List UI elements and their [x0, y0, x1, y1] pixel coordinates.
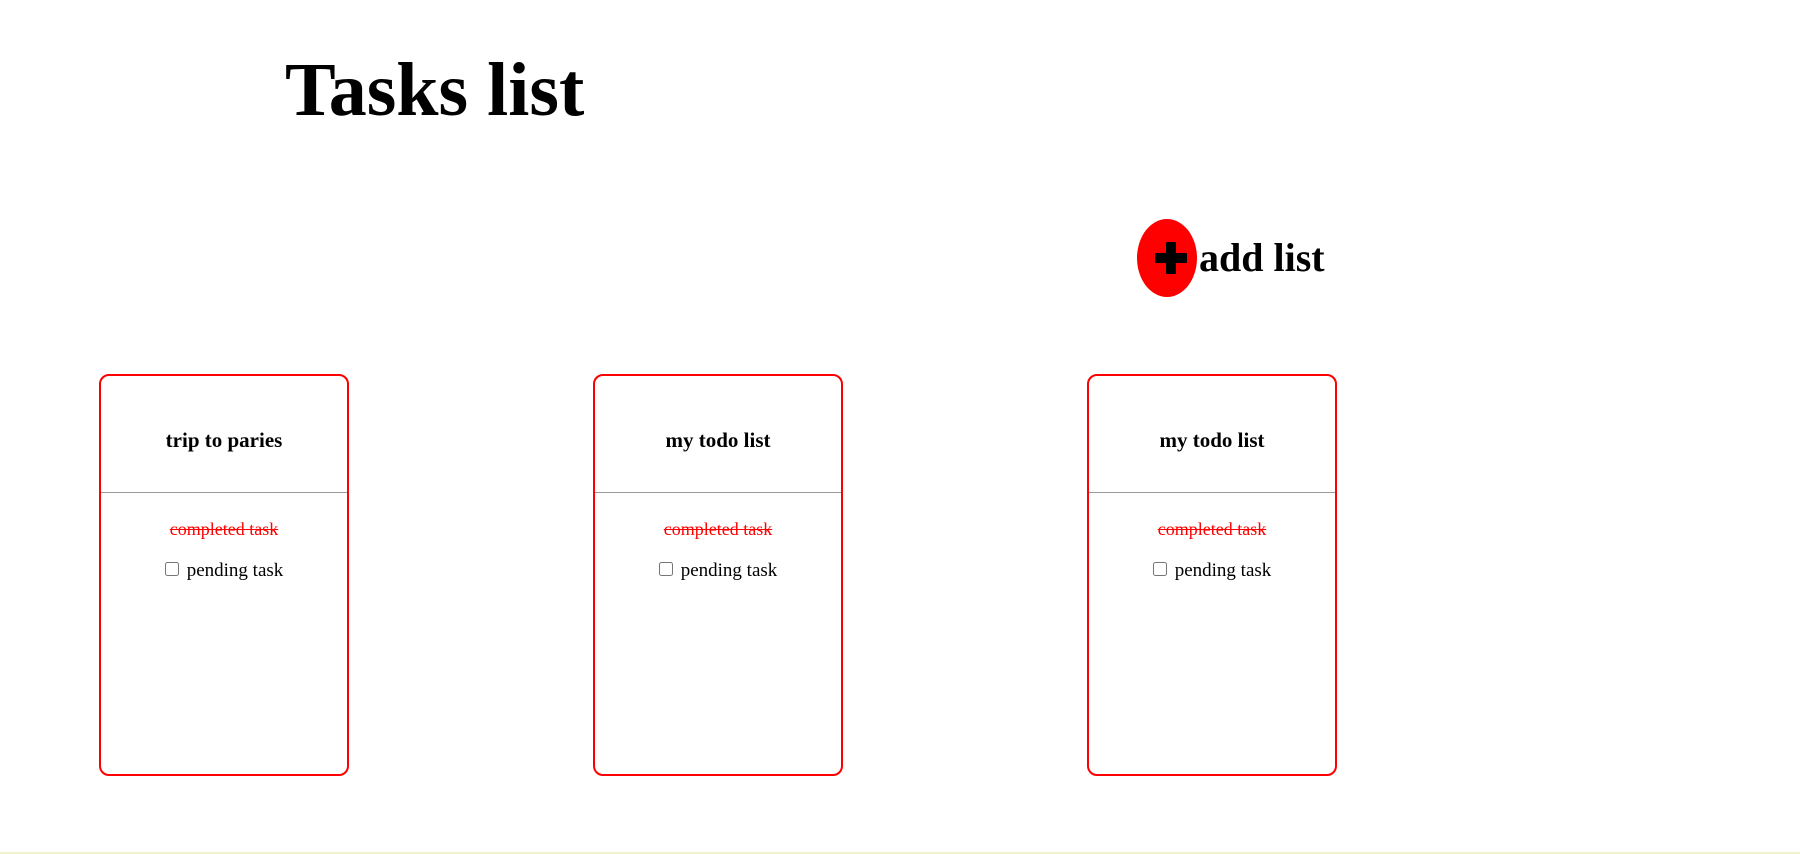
task-list: completed task pending task — [101, 517, 347, 583]
completed-task-item[interactable]: completed task — [595, 517, 841, 541]
list-card-title: my todo list — [665, 428, 771, 452]
list-card: my todo list completed task pending task — [1087, 374, 1337, 776]
completed-task-item[interactable]: completed task — [101, 517, 347, 541]
pending-task-label[interactable]: pending task — [681, 559, 778, 583]
pending-task-checkbox[interactable] — [164, 562, 179, 576]
list-card-title: trip to paries — [165, 428, 283, 452]
pending-task-label[interactable]: pending task — [187, 559, 284, 583]
page-title: Tasks list — [285, 48, 585, 132]
list-card: my todo list completed task pending task — [593, 374, 843, 776]
pending-task-checkbox[interactable] — [1152, 562, 1167, 576]
completed-task-item[interactable]: completed task — [1089, 517, 1335, 541]
add-list-label[interactable]: add list — [1199, 234, 1325, 282]
list-card: trip to paries completed task pending ta… — [99, 374, 349, 776]
pending-task-item: pending task — [595, 559, 841, 583]
pending-task-label[interactable]: pending task — [1175, 559, 1272, 583]
pending-task-checkbox[interactable] — [658, 562, 673, 576]
list-card-divider — [1089, 492, 1335, 493]
add-list-circle[interactable] — [1137, 219, 1197, 297]
pending-task-item: pending task — [101, 559, 347, 583]
list-card-title: my todo list — [1159, 428, 1265, 452]
tasks-page: Tasks list add list trip to paries compl… — [0, 0, 1800, 854]
task-list: completed task pending task — [595, 517, 841, 583]
plus-icon — [1155, 242, 1187, 274]
add-list-button[interactable]: add list — [1137, 218, 1325, 298]
pending-task-item: pending task — [1089, 559, 1335, 583]
list-card-divider — [101, 492, 347, 493]
task-list: completed task pending task — [1089, 517, 1335, 583]
list-card-divider — [595, 492, 841, 493]
